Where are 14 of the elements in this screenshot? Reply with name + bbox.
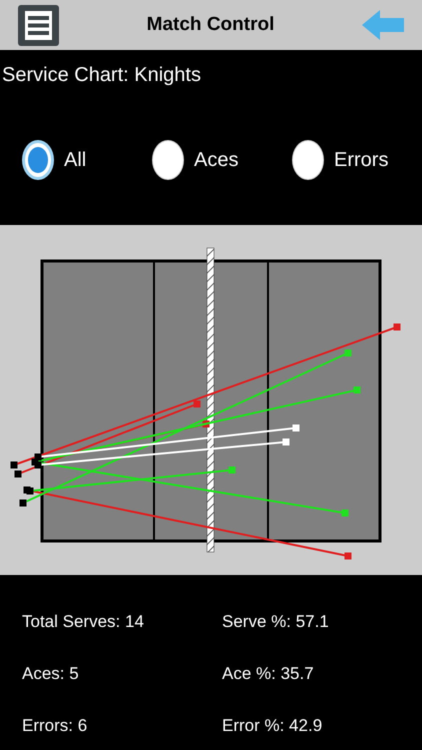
menu-icon: [25, 10, 52, 40]
stat-text: Ace %: 35.7: [222, 663, 315, 683]
filter-radio[interactable]: Errors: [292, 140, 422, 180]
stat-text: Serve %: 57.1: [222, 611, 330, 631]
back-arrow-icon: [362, 10, 404, 40]
screen-title: Match Control: [146, 12, 274, 37]
stat-text: Total Serves: 14: [22, 611, 145, 631]
filter-radio[interactable]: Aces: [152, 140, 292, 180]
menu-button[interactable]: [18, 4, 59, 46]
stat-text: Errors: 6: [22, 715, 88, 735]
filter-radio[interactable]: All: [22, 140, 152, 180]
chart-title: Service Chart: Knights: [1, 63, 202, 88]
stat-text: Aces: 5: [22, 663, 80, 683]
stat-text: Error %: 42.9: [222, 715, 324, 735]
